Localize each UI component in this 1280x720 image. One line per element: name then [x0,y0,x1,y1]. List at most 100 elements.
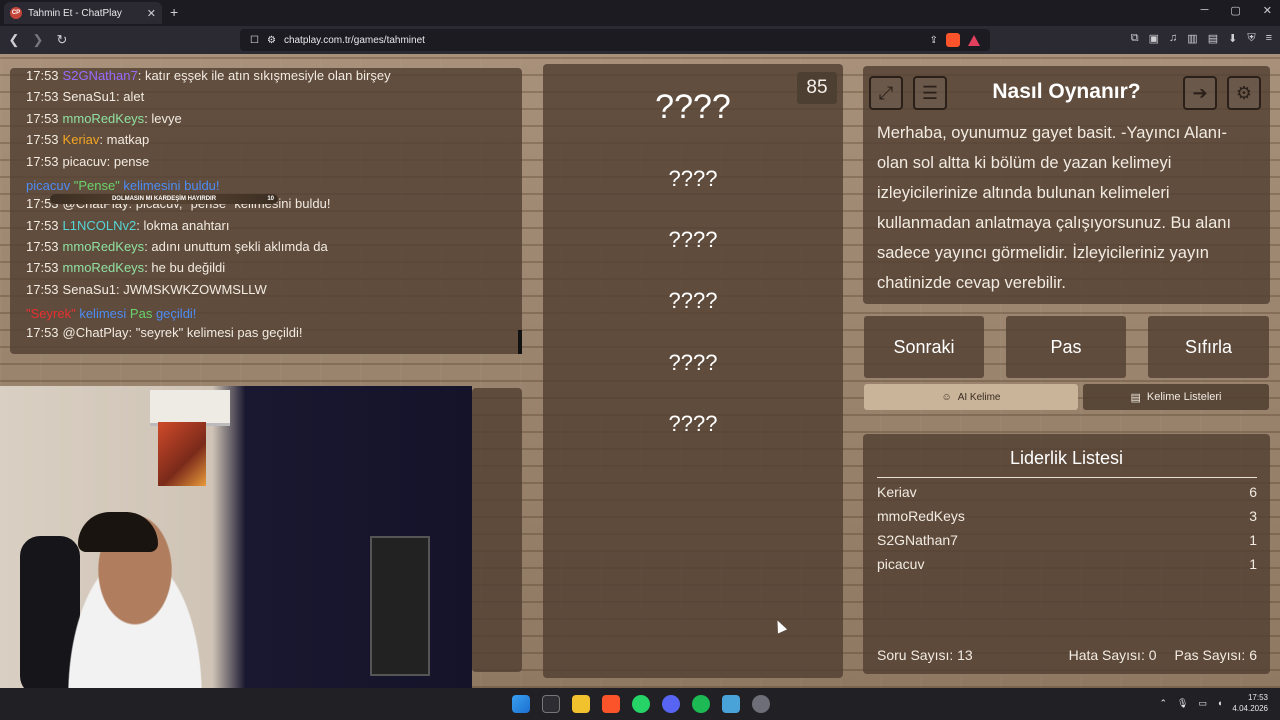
settings-app-icon[interactable] [752,695,770,713]
file-explorer-icon[interactable] [572,695,590,713]
download-icon[interactable]: ⬇ [1228,32,1237,45]
chat-text: : matkap [99,132,150,147]
chat-username[interactable]: picacuv [63,154,107,169]
chat-timestamp: 17:53 [26,239,59,254]
logout-icon[interactable]: ➔ [1183,76,1217,110]
stream-banner: DOLMASIN MI KARDEŞİM HAYIRDIR 10 [50,194,278,204]
how-to-play-panel: ⤢ ☰ Nasıl Oynanır? ➔ ⚙ Merhaba, oyunumuz… [863,66,1270,304]
maximize-icon[interactable]: ▢ [1230,4,1240,17]
mic-icon[interactable]: 🎙 [1177,698,1188,709]
robot-icon: ☺ [941,391,952,403]
word-lists-button[interactable]: ▤ Kelime Listeleri [1083,384,1269,410]
clock[interactable]: 17:53 4.04.2026 [1232,692,1268,714]
brave-browser-icon[interactable] [602,695,620,713]
browser-toolbar: ❮ ❯ ↻ ☐ ⚙ chatplay.com.tr/games/tahminet… [0,26,1280,54]
chat-timestamp: 17:53 [26,260,59,275]
address-bar[interactable]: ☐ ⚙ chatplay.com.tr/games/tahminet ⇪ [240,29,990,51]
chat-message: 17:53 @ChatPlay: "seyrek" kelimesi pas ge… [26,325,302,340]
whatsapp-icon[interactable] [632,695,650,713]
chat-timestamp: 17:53 [26,282,59,297]
chat-username[interactable]: Keriav [63,132,100,147]
forbidden-word: ???? [668,350,718,375]
chat-message: 17:53 L1NCOLNv2: lokma anahtarı [26,218,229,233]
chat-message: 17:53 SenaSu1: JWMSKWKZOWMSLLW [26,282,267,297]
chat-message: 17:53 mmoRedKeys: he bu değildi [26,260,225,275]
ai-word-button[interactable]: ☺ AI Kelime [864,384,1078,410]
leaderboard-row: picacuv 1 [877,556,1257,572]
how-to-play-text: Merhaba, oyunumuz gayet basit. -Yayıncı … [877,124,1232,292]
chat-username[interactable]: mmoRedKeys [63,111,145,126]
chat-message: 17:53 S2GNathan7: katır eşşek ile atın sı… [26,68,391,83]
chat-username[interactable]: SenaSu1 [63,89,117,104]
chat-username[interactable]: mmoRedKeys [63,260,145,275]
chat-message: 17:53 Keriav: matkap [26,132,149,147]
reload-icon[interactable]: ↻ [52,32,72,48]
chat-username[interactable]: @ChatPlay [63,325,129,340]
network-icon[interactable]: ▭ [1198,698,1207,709]
window-close-icon[interactable]: ✕ [1263,4,1272,17]
game-stats: Soru Sayısı: 13 Hata Sayısı: 0 Pas Sayıs… [877,647,1257,663]
site-info-icon[interactable]: ⚙ [267,35,276,46]
leaderboard-title: Liderlik Listesi [1009,448,1124,468]
back-icon[interactable]: ❮ [4,32,24,48]
chat-username[interactable]: SenaSu1 [63,282,117,297]
chat-text: : JWMSKWKZOWMSLLW [116,282,267,297]
chevron-up-icon[interactable]: ⌃ [1159,698,1167,709]
url-text: chatplay.com.tr/games/tahminet [283,34,425,46]
volume-icon[interactable]: ◖ [1217,698,1222,708]
windows-start-icon[interactable] [512,695,530,713]
chat-username[interactable]: L1NCOLNv2 [63,218,137,233]
chat-username[interactable]: mmoRedKeys [63,239,145,254]
forward-icon[interactable]: ❯ [28,32,48,48]
divider [877,477,1257,478]
app-icon[interactable] [722,695,740,713]
pass-button[interactable]: Pas [1006,316,1126,378]
chat-timestamp: 17:53 [26,154,59,169]
windows-taskbar: ⌃ 🎙 ▭ ◖ 17:53 4.04.2026 [0,688,1280,720]
forbidden-word: ???? [668,227,718,252]
pass-count: Pas Sayısı: 6 [1174,647,1257,663]
spotify-icon[interactable] [692,695,710,713]
question-count: Soru Sayısı: 13 [877,647,973,663]
chat-pass-highlight: "Seyrek" kelimesi Pas geçildi! [26,306,197,321]
share-icon[interactable]: ⇪ [930,35,938,46]
sidebar-icon[interactable]: ▥ [1187,32,1197,45]
menu-icon[interactable]: ≡ [1266,32,1272,45]
monitor [370,536,430,676]
chat-message: 17:53 mmoRedKeys: adını unuttum şekli akl… [26,239,328,254]
wall-poster [158,422,206,486]
tab-title: Tahmin Et - ChatPlay [28,7,122,19]
media-icon[interactable]: ♫ [1169,32,1177,45]
close-icon[interactable]: ✕ [147,7,156,20]
chat-timestamp: 17:53 [26,68,59,83]
new-tab-button[interactable]: + [170,4,178,20]
word-panel: 85 ???? ???? ???? ???? ???? ???? [543,64,843,678]
leaderboard-row: S2GNathan7 1 [877,532,1257,548]
chat-scrollbar[interactable] [518,330,522,354]
chat-text: : pense [106,154,150,169]
wallet-icon[interactable]: ▤ [1208,32,1218,45]
screenshot-icon[interactable]: ▣ [1149,32,1159,45]
chat-panel: 17:53 S2GNathan7: katır eşşek ile atın sı… [10,68,522,354]
extensions-icon[interactable]: ⧉ [1131,32,1139,45]
main-word: ???? [655,88,731,126]
settings-icon[interactable]: ⚙ [1227,76,1261,110]
streamer-area-panel [472,388,522,672]
forbidden-word: ???? [668,166,718,191]
brave-shield-icon[interactable] [946,33,960,47]
task-view-icon[interactable] [542,695,560,713]
leaderboard-row: mmoRedKeys 3 [877,508,1257,524]
bookmark-icon[interactable]: ☐ [250,35,259,46]
next-button[interactable]: Sonraki [864,316,984,378]
discord-icon[interactable] [662,695,680,713]
minimize-icon[interactable]: ─ [1201,4,1209,17]
chat-timestamp: 17:53 [26,325,59,340]
brave-rewards-icon[interactable] [968,34,980,46]
reset-button[interactable]: Sıfırla [1148,316,1269,378]
chat-username[interactable]: S2GNathan7 [63,68,138,83]
tab-tahminet[interactable]: CP Tahmin Et - ChatPlay ✕ [4,2,162,24]
forbidden-word: ???? [668,288,718,313]
chat-message: 17:53 mmoRedKeys: levye [26,111,182,126]
leaderboard-panel: Liderlik Listesi Keriav 6 mmoRedKeys 3 S… [863,434,1270,674]
vpn-icon[interactable]: ⛨ [1247,32,1255,45]
